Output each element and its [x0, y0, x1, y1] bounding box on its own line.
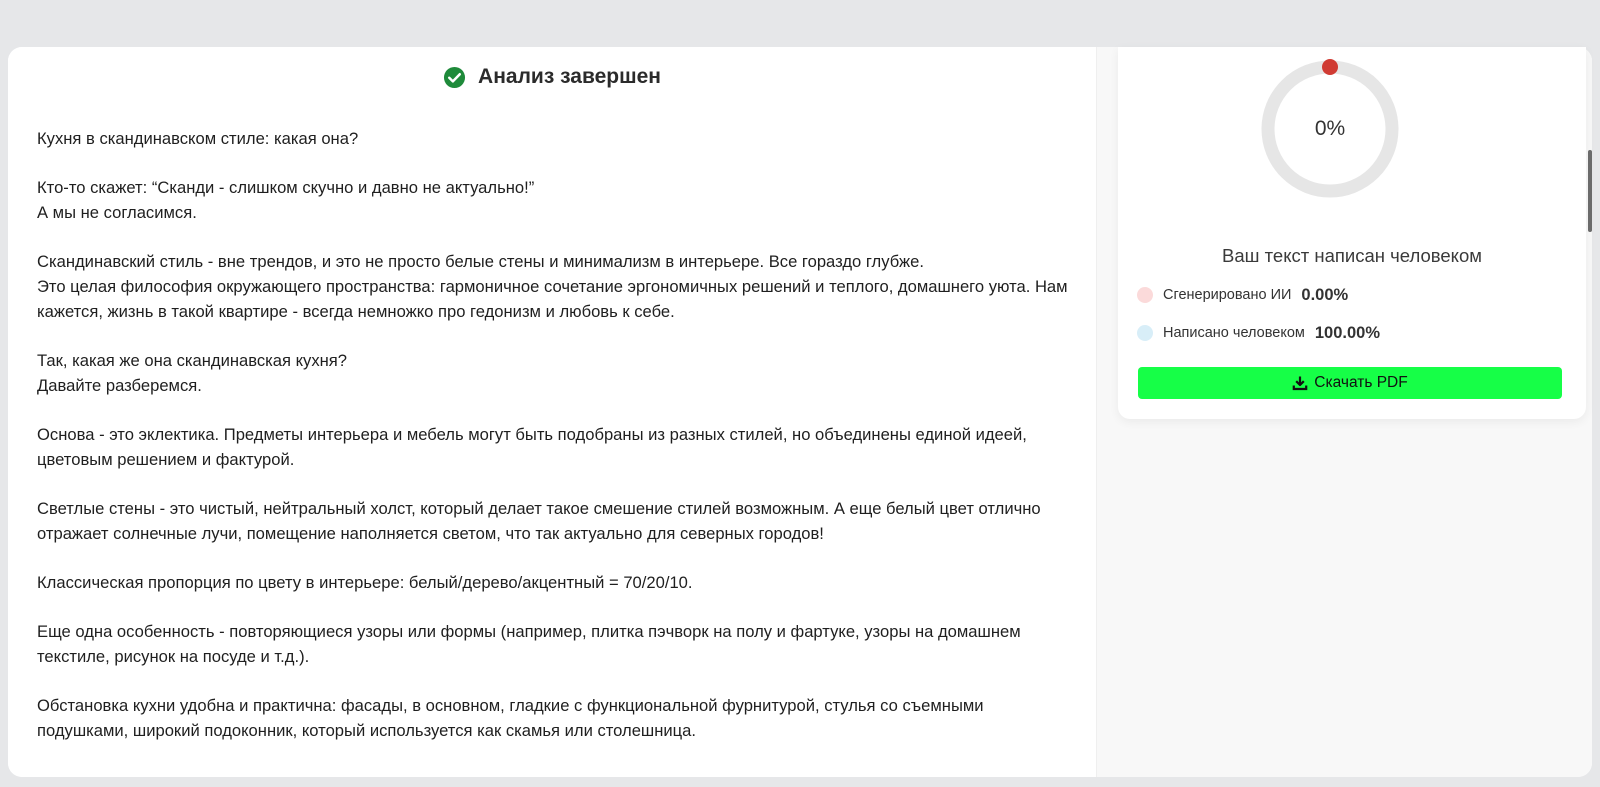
human-legend-dot [1137, 325, 1153, 341]
legend-ai: Сгенерировано ИИ 0.00% [1137, 285, 1348, 305]
text-panel: Анализ завершен Кухня в скандинавском ст… [8, 47, 1096, 777]
scrollbar-thumb[interactable] [1588, 150, 1592, 232]
text-paragraph: Кухня в скандинавском стиле: какая она? [37, 129, 359, 148]
download-icon [1292, 376, 1308, 391]
legend-human: Написано человеком 100.00% [1137, 323, 1380, 343]
text-paragraph: Основа - это эклектика. Предметы интерье… [37, 425, 1027, 469]
analysis-status: Анализ завершен [8, 65, 1096, 89]
text-paragraph: Классическая пропорция по цвету в интерь… [37, 573, 693, 592]
check-circle-icon [444, 66, 466, 88]
analyzed-text: Кухня в скандинавском стиле: какая она? … [37, 126, 1077, 767]
verdict-text: Ваш текст написан человеком [1222, 245, 1482, 266]
human-legend-label: Написано человеком [1163, 325, 1305, 341]
ai-legend-label: Сгенерировано ИИ [1163, 287, 1292, 303]
text-paragraph: Обстановка кухни удобна и практична: фас… [37, 696, 984, 740]
ai-legend-dot [1137, 287, 1153, 303]
download-pdf-button[interactable]: Скачать PDF [1138, 367, 1562, 399]
text-paragraph: Скандинавский стиль - вне трендов, и это… [37, 252, 1068, 321]
status-title: Анализ завершен [478, 65, 661, 88]
text-paragraph: Светлые стены - это чистый, нейтральный … [37, 499, 1041, 543]
download-pdf-label: Скачать PDF [1314, 374, 1408, 391]
ai-legend-value: 0.00% [1301, 285, 1349, 304]
text-paragraph: Кто-то скажет: “Сканди - слишком скучно … [37, 178, 535, 222]
text-paragraph: Так, какая же она скандинавская кухня? Д… [37, 351, 348, 395]
gauge-percent: 0% [1314, 117, 1346, 140]
text-paragraph: Еще одна особенность - повторяющиеся узо… [37, 622, 1021, 666]
result-card: 0% Ваш текст написан человеком Сгенериро… [1118, 47, 1586, 419]
human-legend-value: 100.00% [1314, 323, 1381, 342]
